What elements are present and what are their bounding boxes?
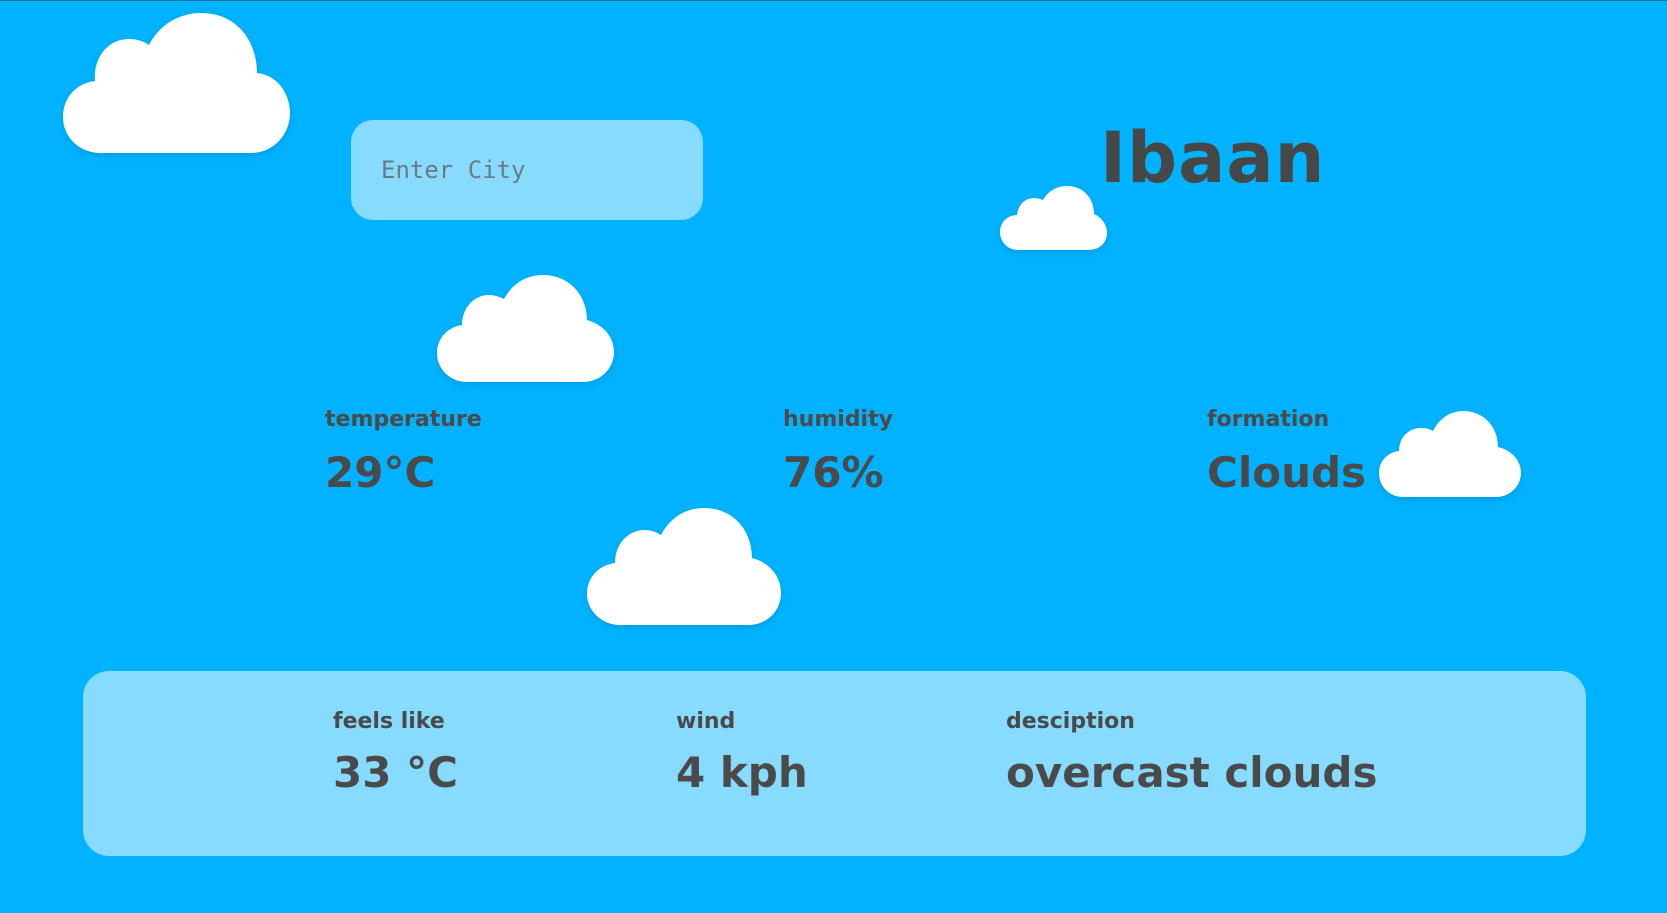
cloud-icon xyxy=(61,13,290,153)
humidity-stat: humidity 76% xyxy=(783,407,893,496)
cloud-icon xyxy=(1379,411,1521,497)
temperature-stat: temperature 29°C xyxy=(325,407,482,496)
formation-label: formation xyxy=(1207,407,1330,432)
temperature-value: 29°C xyxy=(325,448,436,497)
cloud-icon xyxy=(587,508,781,625)
temperature-label: temperature xyxy=(325,407,482,432)
humidity-label: humidity xyxy=(783,407,893,432)
description-stat: desciption overcast clouds xyxy=(1006,709,1377,796)
wind-label: wind xyxy=(676,709,736,734)
cloud-icon xyxy=(437,275,614,382)
city-name: Ibaan xyxy=(1100,117,1326,199)
wind-stat: wind 4 kph xyxy=(676,709,808,796)
formation-value: Clouds xyxy=(1207,448,1367,497)
humidity-value: 76% xyxy=(783,448,884,497)
description-label: desciption xyxy=(1006,709,1135,734)
details-panel: feels like 33 °C wind 4 kph desciption o… xyxy=(83,671,1586,856)
feels-like-value: 33 °C xyxy=(333,748,458,797)
city-search-input[interactable] xyxy=(351,120,703,220)
wind-value: 4 kph xyxy=(676,748,808,797)
feels-like-stat: feels like 33 °C xyxy=(333,709,458,796)
feels-like-label: feels like xyxy=(333,709,445,734)
cloud-icon xyxy=(1000,186,1107,250)
description-value: overcast clouds xyxy=(1006,748,1378,797)
formation-stat: formation Clouds xyxy=(1207,407,1366,496)
